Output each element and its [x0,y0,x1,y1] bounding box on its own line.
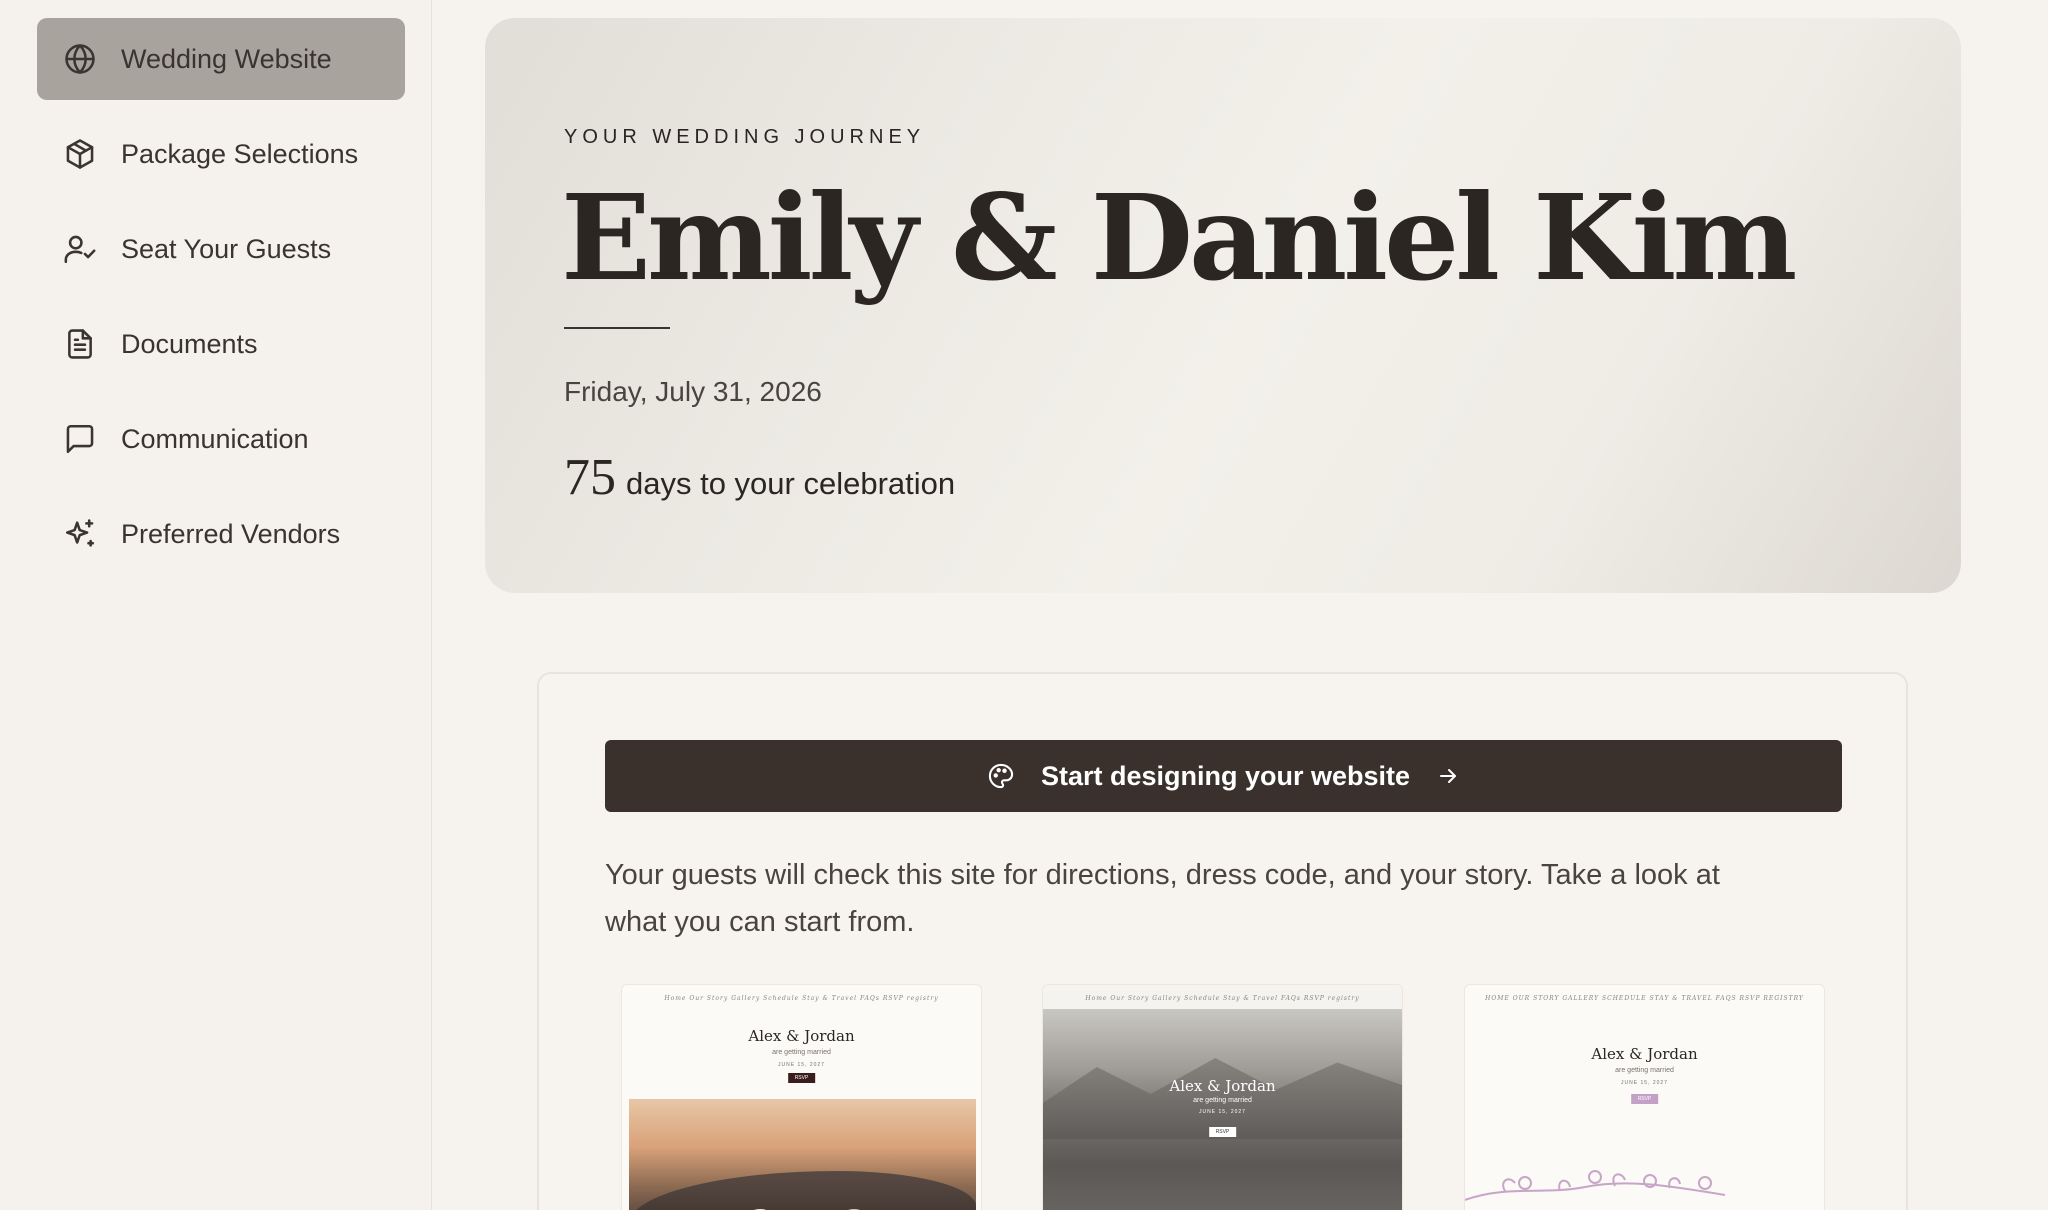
sidebar-item-preferred-vendors[interactable]: Preferred Vendors [37,493,405,575]
template-nav: Home Our Story Gallery Schedule Stay & T… [664,995,939,1002]
template-date: JUNE 15, 2027 [1199,1109,1246,1115]
template-subtitle: are getting married [1193,1097,1252,1104]
template-date: JUNE 15, 2027 [1621,1080,1668,1086]
start-designing-label: Start designing your website [1040,760,1411,791]
start-designing-button[interactable]: Start designing your website [605,740,1842,812]
template-names: Alex & Jordan [1591,1045,1698,1063]
sparkles-icon [63,517,97,551]
globe-icon [63,42,97,76]
template-couple-photo [629,1099,976,1210]
sidebar-item-wedding-website[interactable]: Wedding Website [37,18,405,100]
template-rsvp-button: RSVP [1208,1127,1237,1137]
template-preview-sunset[interactable]: Home Our Story Gallery Schedule Stay & T… [621,984,982,1210]
sidebar-item-communication[interactable]: Communication [37,398,405,480]
countdown-number: 75 [564,449,616,506]
sidebar-item-label: Seat Your Guests [121,233,332,264]
template-subtitle: are getting married [1615,1067,1674,1074]
template-nav: HOME OUR STORY GALLERY SCHEDULE STAY & T… [1485,995,1804,1002]
user-check-icon [63,232,97,266]
palette-icon [987,762,1015,790]
countdown: 75 days to your celebration [564,448,955,507]
title-divider [564,327,670,329]
template-preview-floral[interactable]: HOME OUR STORY GALLERY SCHEDULE STAY & T… [1464,984,1825,1210]
sidebar-item-label: Preferred Vendors [121,518,341,549]
app-root: Wedding Website Package Selections Seat … [0,0,2048,1210]
template-nav: Home Our Story Gallery Schedule Stay & T… [1085,995,1360,1002]
sidebar: Wedding Website Package Selections Seat … [0,0,432,1210]
hero-kicker: YOUR WEDDING JOURNEY [564,126,926,148]
document-icon [63,327,97,361]
template-subtitle: are getting married [772,1049,831,1056]
sidebar-item-seat-your-guests[interactable]: Seat Your Guests [37,208,405,290]
sidebar-item-label: Wedding Website [121,43,332,74]
website-description: Your guests will check this site for dir… [605,859,1720,938]
package-icon [63,137,97,171]
arrow-right-icon [1436,764,1460,788]
template-rsvp-button: RSVP [1630,1094,1659,1104]
sidebar-item-label: Package Selections [121,138,359,169]
wedding-date: Friday, July 31, 2026 [564,376,822,407]
message-icon [63,422,97,456]
photo-hills [629,1171,976,1210]
template-preview-lake[interactable]: Home Our Story Gallery Schedule Stay & T… [1042,984,1403,1210]
template-names: Alex & Jordan [1169,1077,1276,1095]
template-date: JUNE 15, 2027 [778,1062,825,1068]
template-rsvp-button: RSVP [787,1073,816,1083]
sidebar-item-label: Communication [121,423,309,454]
countdown-text: days to your celebration [626,466,956,501]
hero-banner: YOUR WEDDING JOURNEY Emily & Daniel Kim … [485,18,1961,593]
template-names: Alex & Jordan [748,1027,855,1045]
sidebar-item-label: Documents [121,328,258,359]
floral-vine-illustration [1465,1155,1726,1210]
sidebar-item-documents[interactable]: Documents [37,303,405,385]
couple-names-title: Emily & Daniel Kim [561,168,1797,307]
website-card: Start designing your website Your guests… [537,672,1908,1210]
sidebar-item-package-selections[interactable]: Package Selections [37,113,405,195]
